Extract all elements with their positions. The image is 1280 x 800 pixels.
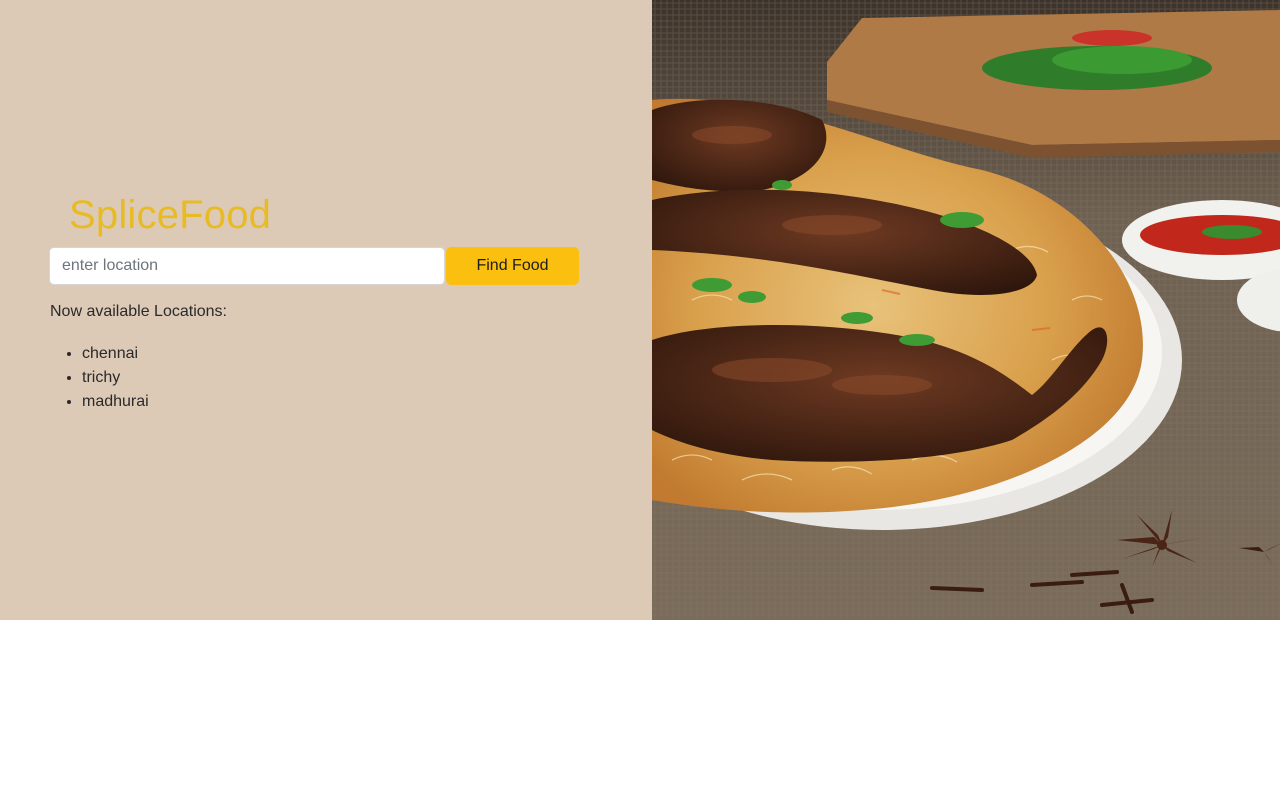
location-item: trichy (82, 366, 149, 390)
location-list: chennai trichy madhurai (50, 342, 149, 414)
location-input[interactable] (49, 247, 445, 285)
find-food-button[interactable]: Find Food (446, 247, 579, 285)
hero-food-image (652, 0, 1280, 620)
location-item: madhurai (82, 390, 149, 414)
biryani-photo-illustration (652, 0, 1280, 620)
search-row: Find Food (49, 247, 579, 285)
hero-section: SpliceFood Find Food Now available Locat… (0, 0, 1280, 620)
location-item: chennai (82, 342, 149, 366)
left-panel: SpliceFood Find Food Now available Locat… (0, 0, 652, 620)
locations-heading: Now available Locations: (50, 303, 227, 320)
brand-title: SpliceFood (69, 193, 272, 237)
